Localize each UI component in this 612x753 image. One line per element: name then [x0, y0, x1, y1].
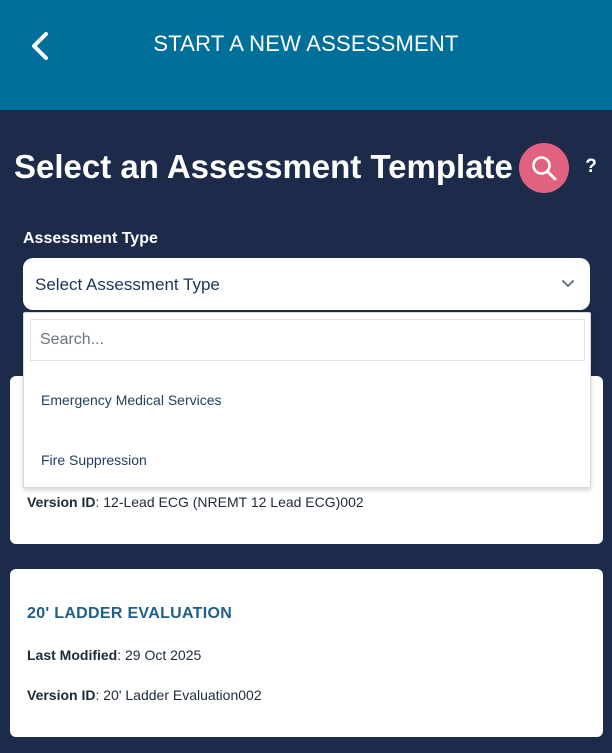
help-button[interactable]: ? [582, 156, 600, 180]
template-version: Version ID: 12-Lead ECG (NREMT 12 Lead E… [27, 494, 364, 510]
app-screen: START A NEW ASSESSMENT Select an Assessm… [0, 0, 612, 753]
version-value: : 20' Ladder Evaluation002 [95, 687, 262, 703]
top-app-bar: START A NEW ASSESSMENT [0, 0, 612, 110]
template-version: Version ID: 20' Ladder Evaluation002 [27, 687, 262, 703]
last-modified-key: Last Modified [27, 647, 118, 663]
version-key: Version ID [27, 494, 96, 510]
last-modified-value: : 29 Oct 2025 [117, 647, 202, 663]
chevron-down-icon [562, 280, 574, 287]
page-title: Select an Assessment Template [14, 148, 513, 185]
template-card[interactable]: 20' LADDER EVALUATION Last Modified: 29 … [10, 569, 603, 737]
screen-title: START A NEW ASSESSMENT [153, 31, 459, 56]
dropdown-option-fire-suppression[interactable]: Fire Suppression [24, 435, 590, 485]
search-button[interactable] [519, 143, 569, 193]
dropdown-option-label: Emergency Medical Services [41, 392, 222, 408]
assessment-type-dropdown: Emergency Medical Services Fire Suppress… [23, 312, 591, 488]
select-value: Select Assessment Type [35, 275, 220, 294]
version-value: : 12-Lead ECG (NREMT 12 Lead ECG)002 [95, 494, 364, 510]
assessment-type-select[interactable]: Select Assessment Type [23, 258, 590, 310]
dropdown-search-input[interactable] [30, 319, 585, 361]
assessment-type-label: Assessment Type [23, 230, 158, 247]
template-card-title: 20' LADDER EVALUATION [27, 605, 233, 622]
dropdown-option-label: Fire Suppression [41, 452, 147, 468]
version-key: Version ID [27, 687, 96, 703]
template-last-modified: Last Modified: 29 Oct 2025 [27, 647, 201, 663]
search-icon [532, 156, 557, 181]
dropdown-option-emergency-medical-services[interactable]: Emergency Medical Services [24, 375, 590, 425]
